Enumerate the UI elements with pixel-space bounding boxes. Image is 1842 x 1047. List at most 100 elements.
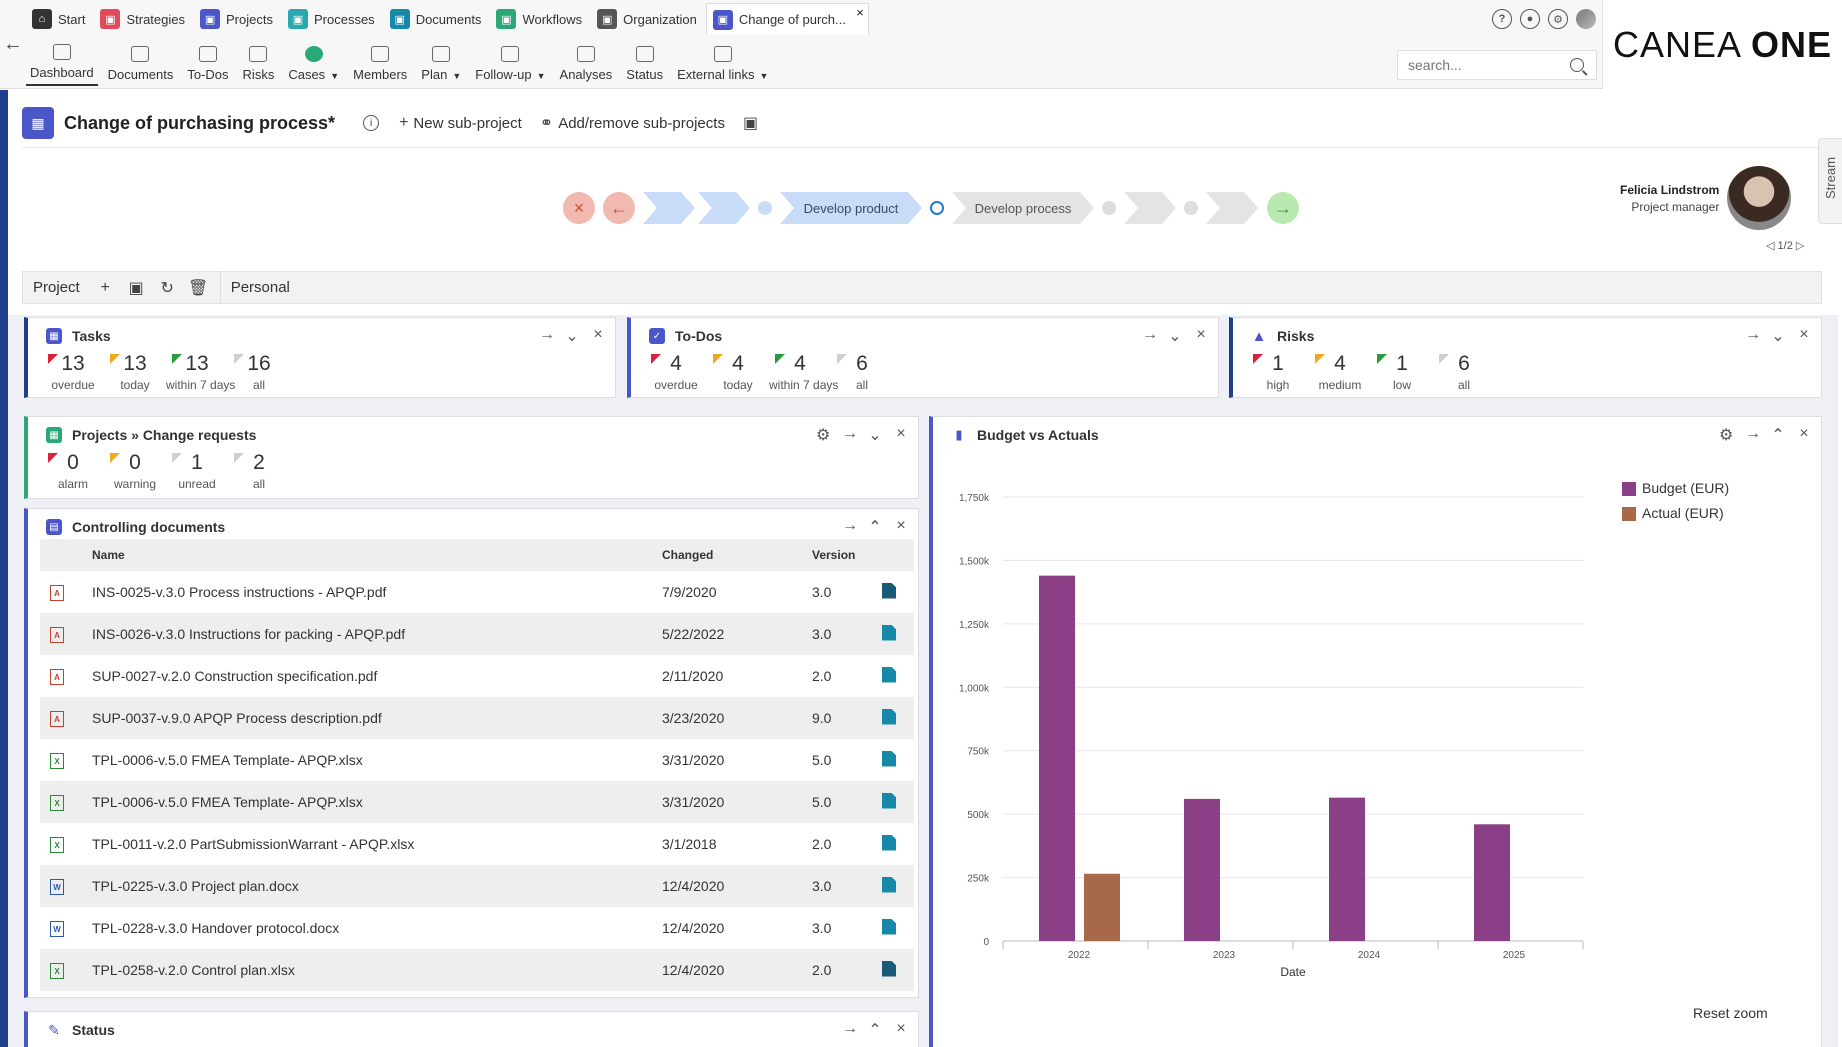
view-document-icon[interactable] (882, 876, 896, 893)
chevron-down-icon[interactable]: ⌄ (868, 425, 882, 445)
counter-all[interactable]: 2 all (228, 449, 290, 491)
subnav-item-analyses[interactable]: Analyses (556, 42, 617, 86)
phase-chevron-develop-process[interactable]: Develop process (952, 192, 1094, 224)
subnav-item-status[interactable]: Status (622, 42, 667, 86)
document-name[interactable]: SUP-0037-v.9.0 APQP Process description.… (92, 697, 662, 739)
subnav-item-external-links[interactable]: External links ▼ (673, 42, 772, 86)
document-name[interactable]: INS-0026-v.3.0 Instructions for packing … (92, 613, 662, 655)
stream-tab[interactable]: Stream (1818, 138, 1842, 224)
legend-label[interactable]: Actual (EUR) (1642, 505, 1724, 521)
open-arrow-icon[interactable]: → (842, 517, 858, 537)
counter-all[interactable]: 6 all (831, 350, 893, 392)
table-row[interactable]: X TPL-0006-v.5.0 FMEA Template- APQP.xlsx… (40, 781, 914, 823)
close-tab-icon[interactable]: × (856, 5, 864, 20)
table-row[interactable]: X TPL-0011-v.2.0 PartSubmissionWarrant - … (40, 823, 914, 865)
phase-chevron-4[interactable] (1206, 192, 1258, 224)
chevron-down-icon[interactable]: ⌄ (1771, 326, 1785, 346)
subnav-item-members[interactable]: Members (349, 42, 411, 86)
counter-within-7-days[interactable]: 13 within 7 days (166, 350, 235, 392)
subnav-item-cases[interactable]: Cases ▼ (284, 42, 343, 86)
subnav-item-plan[interactable]: Plan ▼ (417, 42, 465, 86)
add-widget-icon[interactable]: + (90, 279, 121, 297)
manager-pager[interactable]: ◁ 1/2 ▷ (1766, 239, 1804, 252)
cancel-phase-icon[interactable]: × (563, 192, 595, 224)
chevron-down-icon[interactable]: ⌄ (565, 326, 579, 346)
help-icon[interactable]: ? (1492, 9, 1512, 29)
table-row[interactable]: X TPL-0006-v.5.0 FMEA Template- APQP.xlsx… (40, 739, 914, 781)
new-sub-project-button[interactable]: + New sub-project (399, 114, 522, 132)
app-tab-6[interactable]: ▣ Organization (591, 3, 706, 35)
counter-today[interactable]: 4 today (707, 350, 769, 392)
subnav-item-to-dos[interactable]: To-Dos (183, 42, 232, 86)
close-icon[interactable]: × (1797, 326, 1811, 346)
search-icon[interactable] (1570, 58, 1584, 72)
close-icon[interactable]: × (1194, 326, 1208, 346)
open-arrow-icon[interactable]: → (1142, 326, 1158, 346)
counter-warning[interactable]: 0 warning (104, 449, 166, 491)
close-icon[interactable]: × (894, 425, 908, 445)
edit-document-icon[interactable] (882, 582, 896, 599)
gear-icon[interactable]: ⚙ (1548, 9, 1568, 29)
app-tab-7[interactable]: ▣ Change of purch... × (705, 3, 869, 35)
document-name[interactable]: INS-0025-v.3.0 Process instructions - AP… (92, 571, 662, 613)
table-row[interactable]: A INS-0025-v.3.0 Process instructions - A… (40, 571, 914, 613)
archive-button[interactable]: ▣ (743, 113, 763, 133)
chevron-down-icon[interactable]: ⌄ (1168, 326, 1182, 346)
app-tab-5[interactable]: ▣ Workflows (490, 3, 591, 35)
subnav-item-dashboard[interactable]: Dashboard (26, 42, 98, 86)
view-document-icon[interactable] (882, 834, 896, 851)
phase-chevron-3[interactable] (1124, 192, 1176, 224)
personal-view-label[interactable]: Personal (221, 279, 300, 296)
document-name[interactable]: TPL-0006-v.5.0 FMEA Template- APQP.xlsx (92, 781, 662, 823)
counter-today[interactable]: 13 today (104, 350, 166, 392)
counter-all[interactable]: 6 all (1433, 350, 1495, 392)
view-document-icon[interactable] (882, 708, 896, 725)
document-name[interactable]: TPL-0006-v.5.0 FMEA Template- APQP.xlsx (92, 739, 662, 781)
legend-label[interactable]: Budget (EUR) (1642, 480, 1729, 496)
close-icon[interactable]: × (894, 517, 908, 537)
counter-all[interactable]: 16 all (228, 350, 290, 392)
open-arrow-icon[interactable]: → (539, 326, 555, 346)
subnav-item-risks[interactable]: Risks (239, 42, 279, 86)
back-arrow-icon[interactable]: ← (2, 33, 24, 57)
table-row[interactable]: A SUP-0037-v.9.0 APQP Process description… (40, 697, 914, 739)
open-arrow-icon[interactable]: → (1745, 326, 1761, 346)
changed-column-header[interactable]: Changed (662, 539, 812, 571)
next-phase-icon[interactable]: → (1267, 192, 1299, 224)
open-arrow-icon[interactable]: → (842, 425, 858, 445)
refresh-icon[interactable]: ↻ (152, 278, 183, 298)
phase-chevron-1[interactable] (643, 192, 695, 224)
view-document-icon[interactable] (882, 750, 896, 767)
table-row[interactable]: W TPL-0228-v.3.0 Handover protocol.docx 12… (40, 907, 914, 949)
save-icon[interactable]: ▣ (121, 278, 152, 298)
close-icon[interactable]: × (591, 326, 605, 346)
budget-chart[interactable]: 0 250k 500k 750k 1,000k 1,250k 1,500k 1,750k 202… (933, 417, 1822, 1047)
table-row[interactable]: A INS-0026-v.3.0 Instructions for packing… (40, 613, 914, 655)
bar-budget-2022[interactable] (1039, 575, 1075, 941)
app-tab-2[interactable]: ▣ Projects (194, 3, 282, 35)
gear-icon[interactable]: ⚙ (816, 425, 830, 445)
counter-alarm[interactable]: 0 alarm (42, 449, 104, 491)
version-column-header[interactable]: Version (812, 539, 882, 571)
chevron-up-icon[interactable]: ⌃ (868, 1020, 882, 1040)
open-arrow-icon[interactable]: → (842, 1020, 858, 1040)
counter-within-7-days[interactable]: 4 within 7 days (769, 350, 838, 392)
app-tab-1[interactable]: ▣ Strategies (94, 3, 194, 35)
phase-chevron-2[interactable] (698, 192, 750, 224)
project-view-label[interactable]: Project (23, 279, 90, 296)
table-row[interactable]: X TPL-0258-v.2.0 Control plan.xlsx 12/4/20… (40, 949, 914, 991)
manager-avatar[interactable] (1727, 166, 1792, 230)
counter-medium[interactable]: 4 medium (1309, 350, 1371, 392)
name-column-header[interactable]: Name (92, 539, 662, 571)
counter-low[interactable]: 1 low (1371, 350, 1433, 392)
view-document-icon[interactable] (882, 666, 896, 683)
edit-document-icon[interactable] (882, 960, 896, 977)
counter-high[interactable]: 1 high (1247, 350, 1309, 392)
view-document-icon[interactable] (882, 792, 896, 809)
document-name[interactable]: TPL-0228-v.3.0 Handover protocol.docx (92, 907, 662, 949)
document-name[interactable]: TPL-0258-v.2.0 Control plan.xlsx (92, 949, 662, 991)
table-row[interactable]: W TPL-0225-v.3.0 Project plan.docx 12/4/20… (40, 865, 914, 907)
view-document-icon[interactable] (882, 624, 896, 641)
bar-budget-2025[interactable] (1474, 824, 1510, 941)
bar-actual-2022[interactable] (1084, 873, 1120, 941)
